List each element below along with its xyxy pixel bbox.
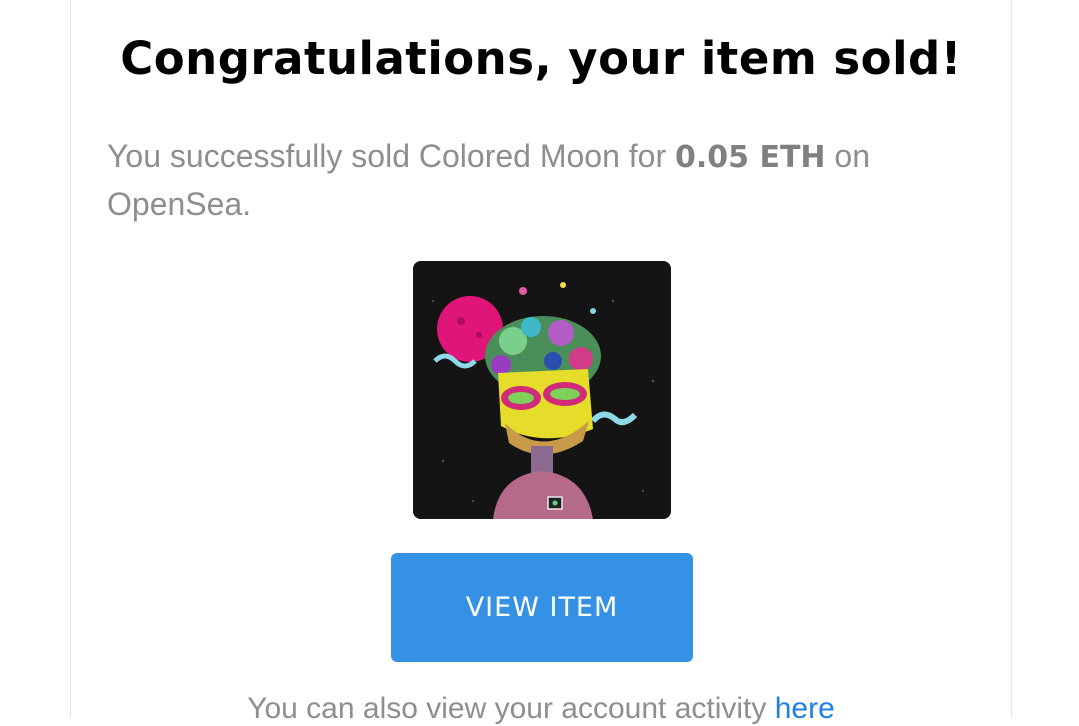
view-item-button[interactable]: VIEW ITEM bbox=[391, 553, 693, 662]
sale-message: You successfully sold Colored Moon for 0… bbox=[107, 133, 967, 227]
sale-price: 0.05 ETH bbox=[675, 140, 826, 175]
account-activity-link[interactable]: here bbox=[775, 692, 835, 725]
sale-message-prefix: You successfully sold Colored Moon for bbox=[107, 138, 675, 174]
email-card: Congratulations, your item sold! You suc… bbox=[70, 0, 1012, 725]
item-image[interactable] bbox=[413, 261, 671, 519]
footer-text-prefix: You can also view your account activity bbox=[247, 692, 775, 725]
nft-artwork-illustration bbox=[413, 261, 671, 519]
footer-text: You can also view your account activity … bbox=[71, 692, 1011, 726]
email-heading: Congratulations, your item sold! bbox=[120, 32, 962, 85]
